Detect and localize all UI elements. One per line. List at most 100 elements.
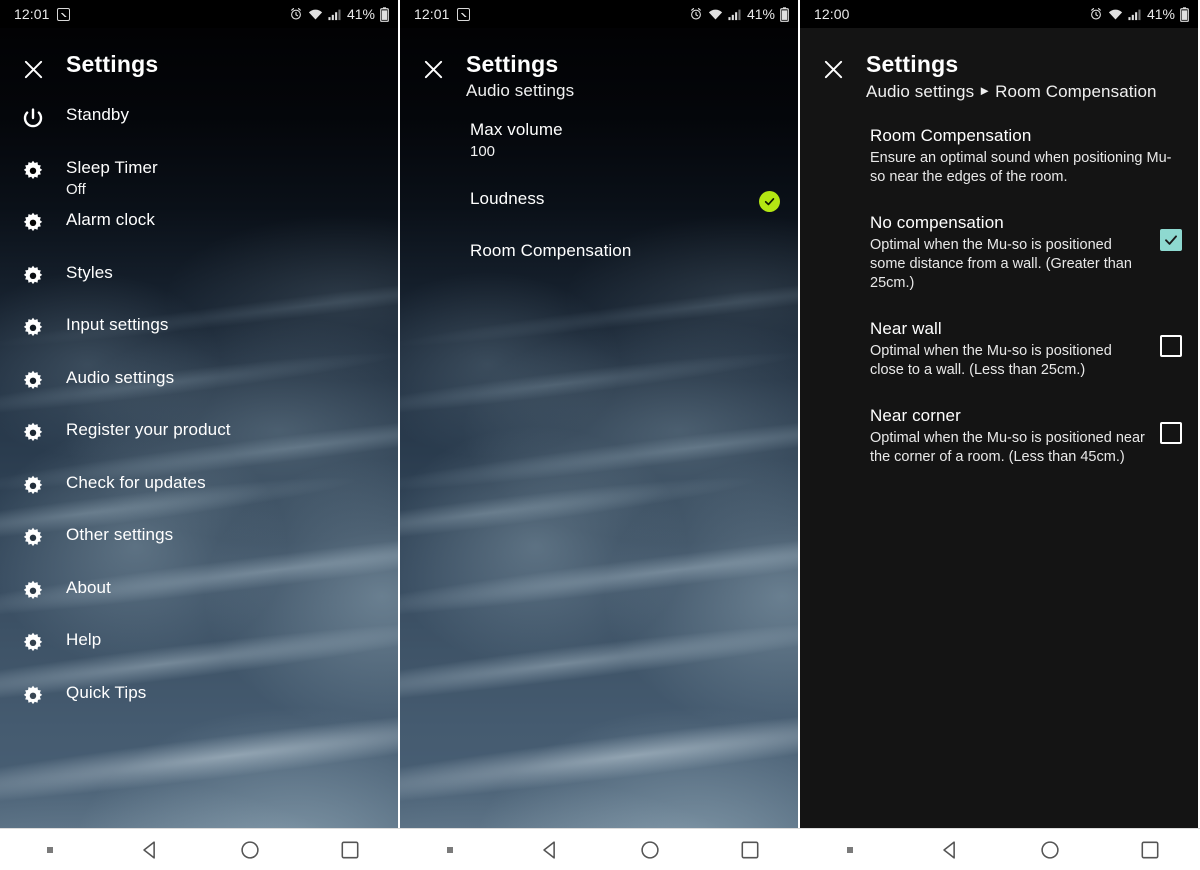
gear-icon (0, 629, 66, 654)
sidebar-item-label: Styles (66, 262, 113, 282)
option-description: Optimal when the Mu-so is positioned clo… (870, 343, 1112, 378)
list-item-loudness[interactable]: Loudness (470, 187, 780, 239)
wifi-icon (1108, 9, 1123, 19)
sidebar-item-audio-settings[interactable]: Audio settings (0, 367, 398, 420)
screen-header: Settings Audio settings ► Room Compensatio… (800, 28, 1198, 104)
close-icon (424, 60, 442, 79)
section-description: Ensure an optimal sound when positioning… (870, 150, 1172, 185)
close-icon (24, 60, 42, 79)
close-button[interactable] (0, 50, 66, 81)
close-button[interactable] (400, 50, 466, 103)
sidebar-item-label: Audio settings (66, 367, 175, 387)
sidebar-item-styles[interactable]: Styles (0, 262, 398, 315)
page-title: Settings (466, 51, 559, 77)
gear-icon (0, 577, 66, 602)
room-compensation-section: Room Compensation Ensure an optimal soun… (800, 124, 1198, 467)
back-button[interactable] (500, 839, 600, 861)
battery-icon (1180, 6, 1189, 22)
gear-icon (0, 314, 66, 339)
gear-icon (0, 157, 66, 182)
sidebar-item-alarm-clock[interactable]: Alarm clock (0, 209, 398, 262)
phone-screen-audio-settings: 12:01 41% Settings Audio settings Max vo… (400, 0, 798, 828)
indicator-dot-icon (400, 846, 500, 853)
sidebar-item-label: Input settings (66, 315, 169, 334)
sidebar-item-help[interactable]: Help (0, 629, 398, 682)
gear-icon (0, 367, 66, 392)
nav-group-3 (800, 829, 1200, 870)
loudness-enabled-check-icon[interactable] (759, 191, 780, 212)
alarm-icon (1091, 8, 1101, 20)
sidebar-item-label: Register your product (66, 420, 231, 439)
close-icon (824, 60, 842, 79)
option-no-compensation[interactable]: No compensation Optimal when the Mu-so i… (870, 211, 1182, 293)
alarm-icon (691, 8, 701, 20)
sidebar-item-other-settings[interactable]: Other settings (0, 524, 398, 577)
recents-button[interactable] (1100, 839, 1200, 861)
option-title: Near wall (870, 319, 942, 338)
sidebar-item-value: Off (66, 180, 86, 198)
list-item-label: Room Compensation (470, 241, 632, 260)
home-button[interactable] (600, 839, 700, 861)
wifi-icon (308, 9, 323, 19)
nav-group-2 (400, 829, 800, 870)
cellular-signal-icon (728, 9, 741, 20)
alarm-icon (291, 8, 301, 20)
sidebar-item-label: Standby (66, 105, 130, 124)
phone-screen-room-compensation: 12:00 41% Settings Audio settings ► Room… (800, 0, 1198, 828)
list-item-room-compensation[interactable]: Room Compensation (470, 239, 780, 291)
gear-icon (0, 524, 66, 549)
android-navigation-bar (0, 828, 1200, 870)
recents-icon (341, 841, 359, 858)
checkbox-near-wall[interactable] (1160, 335, 1182, 357)
list-item-max-volume[interactable]: Max volume 100 (470, 118, 780, 170)
phone-screen-settings-root: 12:01 41% Settings Standby Sleep Timer O… (0, 0, 398, 828)
status-bar-time: 12:00 (814, 6, 850, 22)
close-button[interactable] (800, 50, 866, 104)
indicator-dot-icon (0, 846, 100, 853)
option-near-wall[interactable]: Near wall Optimal when the Mu-so is posi… (870, 317, 1182, 380)
gear-icon (0, 419, 66, 444)
gear-icon (0, 262, 66, 287)
sidebar-item-input-settings[interactable]: Input settings (0, 314, 398, 367)
back-button[interactable] (900, 839, 1000, 861)
checkbox-no-compensation[interactable] (1160, 229, 1182, 251)
sidebar-item-register-your-product[interactable]: Register your product (0, 419, 398, 472)
page-title: Settings (66, 51, 159, 77)
nav-group-1 (0, 829, 400, 870)
sidebar-item-standby[interactable]: Standby (0, 104, 398, 157)
battery-percent-label: 41% (1146, 6, 1175, 22)
breadcrumb: Audio settings ► Room Compensation (866, 79, 1157, 104)
list-item-label: Loudness (470, 189, 545, 208)
status-bar-time: 12:01 (14, 6, 50, 22)
option-description: Optimal when the Mu-so is positioned som… (870, 237, 1132, 291)
option-title: Near corner (870, 406, 961, 425)
recents-button[interactable] (300, 839, 400, 861)
option-near-corner[interactable]: Near corner Optimal when the Mu-so is po… (870, 404, 1182, 467)
breadcrumb-parent[interactable]: Audio settings (866, 82, 974, 101)
back-icon (543, 840, 555, 859)
sidebar-item-check-for-updates[interactable]: Check for updates (0, 472, 398, 525)
sidebar-item-sleep-timer[interactable]: Sleep Timer Off (0, 157, 398, 210)
chevron-right-icon: ► (978, 83, 992, 98)
home-button[interactable] (1000, 839, 1100, 861)
sidebar-item-quick-tips[interactable]: Quick Tips (0, 682, 398, 735)
sidebar-item-about[interactable]: About (0, 577, 398, 630)
power-icon (0, 104, 66, 131)
indicator-dot-icon (800, 846, 900, 853)
screenshot-triptych: 12:01 41% Settings Standby Sleep Timer O… (0, 0, 1200, 828)
home-button[interactable] (200, 839, 300, 861)
status-bar: 12:00 41% (800, 0, 1198, 28)
option-title: No compensation (870, 213, 1004, 232)
checkbox-near-corner[interactable] (1160, 422, 1182, 444)
breadcrumb: Audio settings (466, 81, 575, 100)
back-button[interactable] (100, 839, 200, 861)
wifi-icon (708, 9, 723, 19)
list-item-value: 100 (470, 143, 496, 160)
audio-settings-content: Settings Audio settings Max volume 100 L… (400, 28, 798, 291)
list-item-label: Max volume (470, 120, 563, 139)
status-bar: 12:01 41% (400, 0, 798, 28)
battery-icon (780, 6, 789, 22)
recents-button[interactable] (700, 839, 800, 861)
option-description: Optimal when the Mu-so is positioned nea… (870, 430, 1145, 465)
section-title: Room Compensation (870, 126, 1032, 145)
